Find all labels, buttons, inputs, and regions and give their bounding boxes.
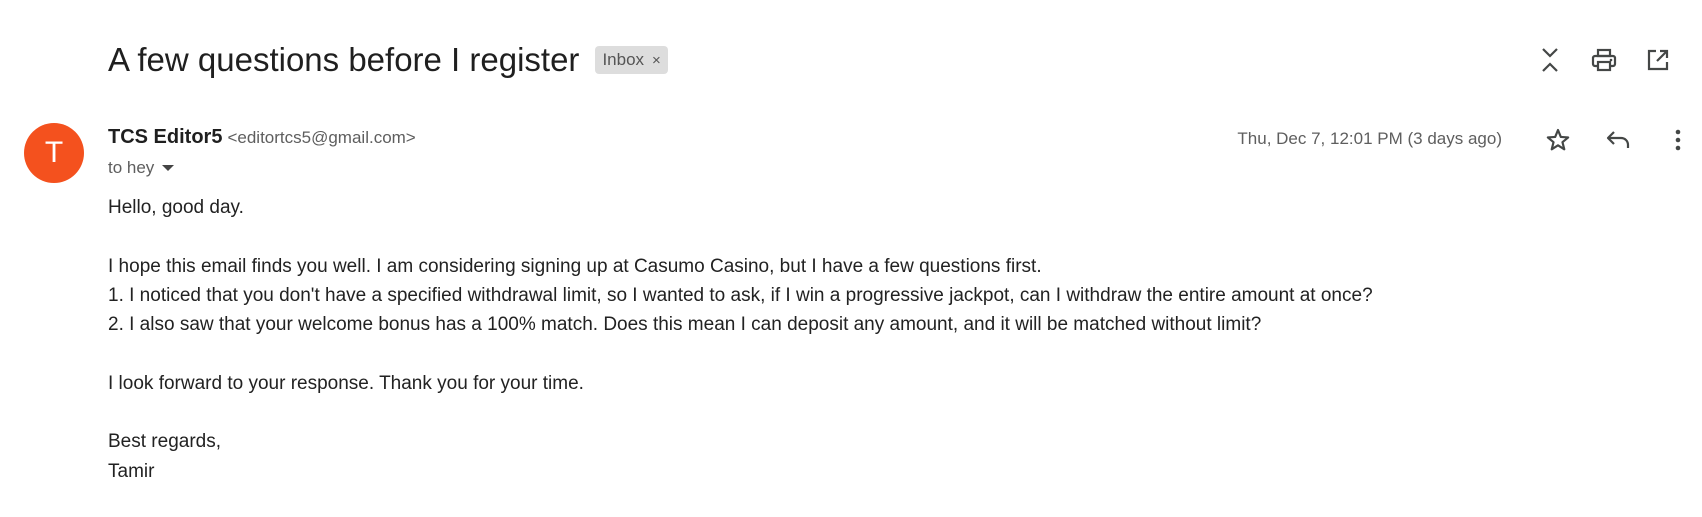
open-in-new-window-icon[interactable] [1640, 42, 1676, 78]
recipient-row: to hey [108, 158, 175, 178]
email-subject: A few questions before I register [108, 41, 580, 78]
message-date: Thu, Dec 7, 12:01 PM (3 days ago) [1237, 129, 1502, 148]
label-text: Inbox [602, 50, 645, 69]
body-greeting: Hello, good day. [108, 197, 244, 218]
body-line: I hope this email finds you well. I am c… [108, 255, 1042, 277]
avatar[interactable]: T [24, 123, 84, 183]
body-line: 2. I also saw that your welcome bonus ha… [108, 314, 1262, 336]
remove-label-icon[interactable]: × [652, 52, 661, 69]
sender-name[interactable]: TCS Editor5 [108, 126, 222, 149]
body-closing: I look forward to your response. Thank y… [108, 372, 584, 394]
chevron-down-icon[interactable] [162, 165, 175, 171]
sender-email: <editortcs5@gmail.com> [227, 128, 416, 147]
message-body: Hello, good day. I hope this email finds… [108, 193, 1668, 486]
body-signoff: Best regards, [108, 431, 221, 453]
recipient-text: to hey [108, 158, 155, 177]
body-line: 1. I noticed that you don't have a speci… [108, 284, 1373, 306]
subject-row: A few questions before I register Inbox … [108, 36, 668, 84]
inbox-label-chip[interactable]: Inbox × [595, 46, 668, 74]
message-meta: Thu, Dec 7, 12:01 PM (3 days ago) [1102, 122, 1702, 158]
reply-icon[interactable] [1600, 122, 1636, 158]
avatar-initial: T [44, 136, 64, 169]
thread-actions [1502, 42, 1702, 78]
sender-info: TCS Editor5 <editortcs5@gmail.com> [108, 126, 416, 149]
collapse-all-icon[interactable] [1532, 42, 1568, 78]
more-vert-icon[interactable] [1660, 122, 1696, 158]
star-icon[interactable] [1540, 122, 1576, 158]
print-icon[interactable] [1586, 42, 1622, 78]
body-signature: Tamir [108, 460, 155, 482]
